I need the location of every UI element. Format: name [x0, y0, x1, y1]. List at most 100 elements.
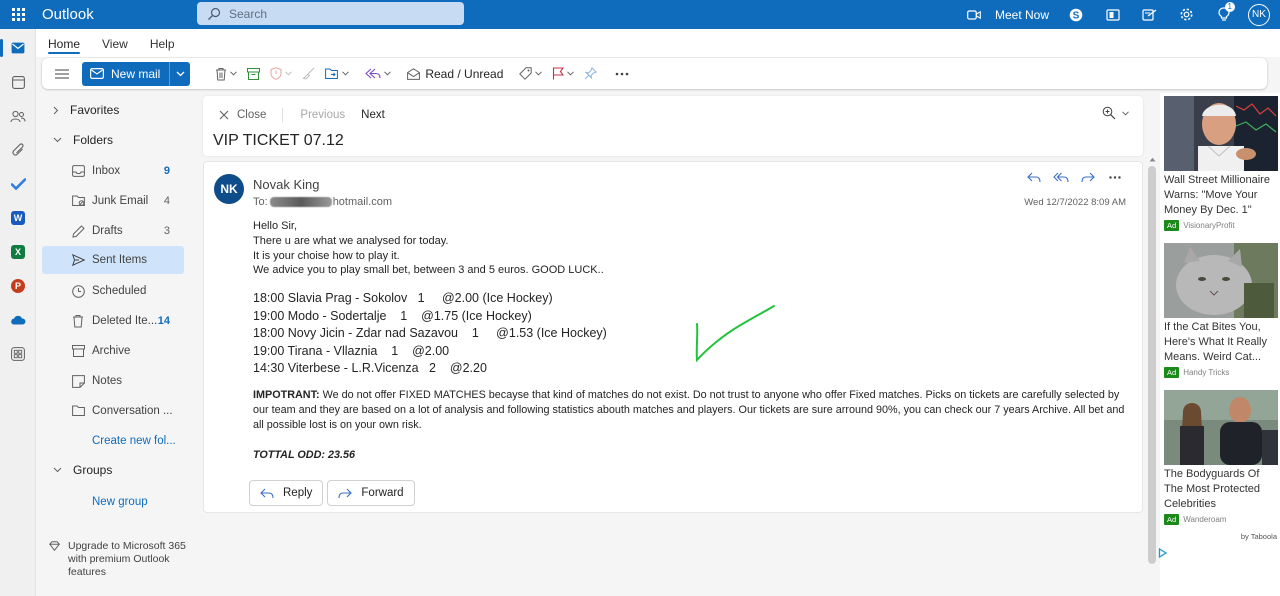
redacted-address — [269, 197, 332, 207]
folder-deleted-items[interactable]: Deleted Ite... 14 — [42, 307, 184, 335]
calendar-icon[interactable] — [0, 65, 36, 99]
chevron-down-icon — [176, 71, 185, 76]
chevron-down-icon — [53, 137, 62, 143]
ad-title[interactable]: Wall Street Millionaire Warns: "Move You… — [1164, 173, 1278, 218]
disclaimer: IMPOTRANT: We do not offer FIXED MATCHES… — [253, 388, 1125, 433]
attachment-icon[interactable] — [0, 133, 36, 167]
report-button[interactable] — [265, 62, 297, 86]
sweep-button[interactable] — [297, 62, 320, 86]
more-apps-icon[interactable] — [0, 337, 36, 371]
favorites-header[interactable]: Favorites — [37, 95, 119, 125]
hamburger-menu-icon[interactable] — [48, 62, 76, 86]
folder-label: Drafts — [92, 225, 123, 237]
previous-button[interactable]: Previous — [300, 109, 345, 121]
gear-icon[interactable] — [1168, 0, 1205, 29]
reply-icon — [260, 488, 274, 498]
body-line: We advice you to play small bet, between… — [253, 264, 604, 277]
app-title[interactable]: Outlook — [42, 6, 197, 23]
folder-drafts[interactable]: Drafts 3 — [42, 217, 184, 245]
forward-icon[interactable] — [1074, 172, 1101, 183]
tab-home[interactable]: Home — [48, 29, 81, 57]
folder-label: Sent Items — [92, 254, 147, 266]
vertical-scrollbar[interactable] — [1148, 166, 1156, 564]
folders-header[interactable]: Folders — [37, 125, 113, 155]
new-group-link[interactable]: New group — [92, 496, 148, 508]
folder-label: Inbox — [92, 165, 121, 177]
move-to-button[interactable] — [320, 62, 354, 86]
ad-title[interactable]: The Bodyguards Of The Most Protected Cel… — [1164, 467, 1278, 512]
ad-item[interactable]: If the Cat Bites You, Here's What It Rea… — [1164, 243, 1278, 378]
reply-all-ribbon-button[interactable] — [360, 62, 396, 86]
app-launcher-icon[interactable] — [0, 0, 36, 29]
chevron-down-icon — [342, 71, 350, 76]
next-button[interactable]: Next — [361, 109, 385, 121]
teams-icon[interactable] — [1094, 0, 1131, 29]
categorize-button[interactable] — [514, 62, 547, 86]
close-button[interactable]: Close — [219, 109, 266, 121]
more-options-icon[interactable] — [610, 62, 634, 86]
new-mail-button[interactable]: New mail — [82, 61, 170, 86]
ad-item[interactable]: Wall Street Millionaire Warns: "Move You… — [1164, 96, 1278, 231]
todo-icon[interactable] — [0, 167, 36, 201]
folder-junk-email[interactable]: Junk Email 4 — [42, 187, 184, 215]
taboola-credit[interactable]: by Taboola — [1241, 532, 1277, 541]
ad-item[interactable]: The Bodyguards Of The Most Protected Cel… — [1164, 390, 1278, 525]
pin-button[interactable] — [579, 62, 602, 86]
ad-title[interactable]: If the Cat Bites You, Here's What It Rea… — [1164, 320, 1278, 365]
groups-header[interactable]: Groups — [37, 455, 112, 485]
my-day-icon[interactable] — [1131, 0, 1168, 29]
mail-icon[interactable] — [0, 31, 36, 65]
more-actions-icon[interactable] — [1101, 176, 1128, 179]
chevron-down-icon — [1122, 110, 1129, 116]
pin-icon — [584, 67, 598, 80]
reply-all-icon[interactable] — [1047, 172, 1074, 183]
app-rail: W X P — [0, 29, 36, 596]
upgrade-banner[interactable]: Upgrade to Microsoft 365 with premium Ou… — [49, 540, 189, 579]
adchoices-icon[interactable] — [1158, 546, 1168, 561]
lightbulb-icon[interactable]: 1 — [1205, 0, 1242, 29]
read-unread-button[interactable]: Read / Unread — [402, 62, 508, 86]
tab-view[interactable]: View — [102, 29, 128, 57]
excel-icon[interactable]: X — [0, 235, 36, 269]
search-box[interactable]: Search — [197, 2, 464, 25]
folder-sent-items[interactable]: Sent Items — [42, 246, 184, 274]
onedrive-icon[interactable] — [0, 303, 36, 337]
sender-avatar[interactable]: NK — [214, 174, 244, 204]
folder-notes[interactable]: Notes — [42, 367, 184, 395]
zoom-button[interactable] — [1102, 106, 1129, 120]
tab-help[interactable]: Help — [150, 29, 175, 57]
meet-now-button[interactable]: Meet Now — [967, 8, 1049, 22]
reply-icon[interactable] — [1020, 172, 1047, 183]
diamond-icon — [49, 541, 60, 551]
archive-icon — [247, 67, 261, 80]
scroll-up-arrow[interactable] — [1148, 157, 1156, 163]
folder-conversation-history[interactable]: Conversation ... — [42, 397, 184, 425]
powerpoint-icon[interactable]: P — [0, 269, 36, 303]
people-icon[interactable] — [0, 99, 36, 133]
folder-label: Junk Email — [92, 195, 149, 207]
video-camera-icon — [967, 9, 981, 20]
reply-label: Reply — [283, 487, 313, 499]
note-icon — [72, 374, 85, 388]
recipient-domain[interactable]: hotmail.com — [333, 196, 392, 208]
body-line: There u are what we analysed for today. — [253, 234, 449, 247]
folder-archive[interactable]: Archive — [42, 337, 184, 365]
forward-button[interactable]: Forward — [327, 480, 415, 506]
folder-pane: Favorites Folders Inbox 9 Junk Email 4 D… — [37, 92, 197, 596]
delete-button[interactable] — [210, 62, 242, 86]
reply-button[interactable]: Reply — [249, 480, 324, 506]
account-avatar[interactable]: NK — [1248, 3, 1270, 26]
greeting: Hello Sir, — [253, 220, 298, 232]
word-icon[interactable]: W — [0, 201, 36, 235]
ad-source: Wanderoam — [1183, 515, 1227, 524]
search-placeholder: Search — [229, 6, 268, 21]
new-mail-dropdown[interactable] — [169, 61, 191, 86]
create-new-folder-link[interactable]: Create new fol... — [92, 435, 176, 447]
skype-icon[interactable]: S — [1057, 0, 1094, 29]
flag-button[interactable] — [547, 62, 579, 86]
archive-button[interactable] — [242, 62, 265, 86]
folder-inbox[interactable]: Inbox 9 — [42, 157, 184, 185]
message-date: Wed 12/7/2022 8:09 AM — [1024, 197, 1126, 208]
sender-name[interactable]: Novak King — [253, 177, 319, 192]
folder-scheduled[interactable]: Scheduled — [42, 277, 184, 305]
